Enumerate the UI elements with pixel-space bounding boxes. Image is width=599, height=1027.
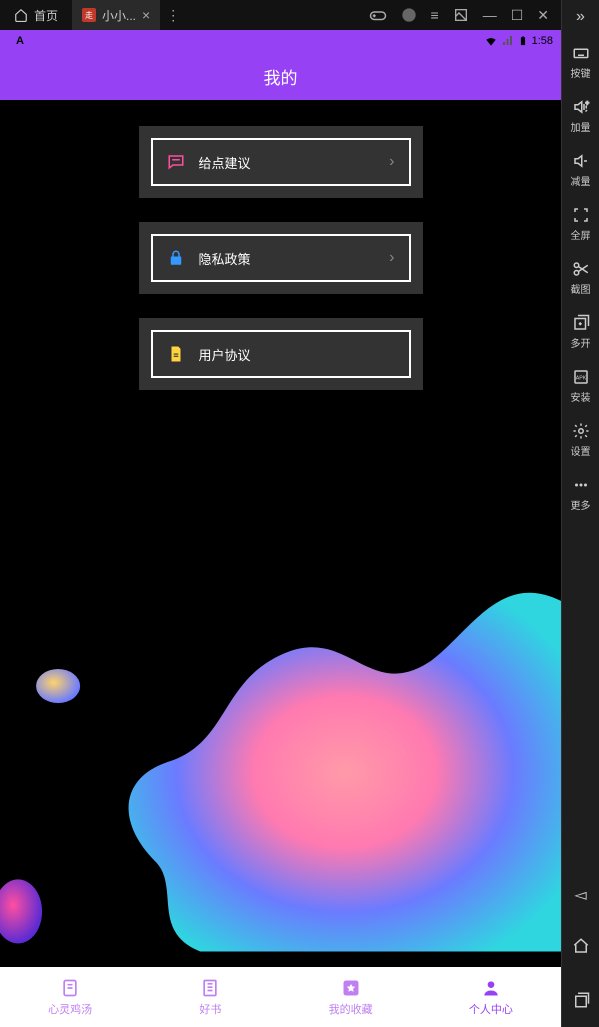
- person-icon: [481, 978, 501, 998]
- scroll-icon: [60, 978, 80, 998]
- android-home-icon[interactable]: [572, 937, 590, 955]
- gamepad-icon[interactable]: [369, 6, 387, 24]
- svg-text:APK: APK: [575, 375, 586, 381]
- tab-app-label: 小小...: [102, 7, 136, 24]
- tab-home-label: 首页: [34, 7, 58, 24]
- multi-instance-icon: [572, 314, 590, 332]
- content-area: 给点建议 › 隐私政策 › 用户协议: [0, 100, 561, 967]
- volume-up-icon: +: [572, 98, 590, 116]
- apk-icon: APK: [572, 368, 590, 386]
- battery-icon: [518, 34, 528, 48]
- svg-text:+: +: [585, 101, 589, 107]
- side-volumeup[interactable]: + 加量: [571, 98, 591, 134]
- star-icon: [341, 978, 361, 998]
- status-badge: A: [8, 35, 24, 47]
- nav-label: 个人中心: [469, 1001, 513, 1017]
- side-label: 更多: [571, 497, 591, 512]
- menu-label: 给点建议: [199, 153, 390, 172]
- menu-item-feedback[interactable]: 给点建议 ›: [151, 138, 411, 186]
- maximize-icon[interactable]: ☐: [511, 7, 524, 24]
- home-icon: [14, 8, 28, 22]
- side-label: 截图: [571, 281, 591, 296]
- side-more[interactable]: 更多: [571, 476, 591, 512]
- side-label: 减量: [571, 173, 591, 188]
- page-title: 我的: [264, 64, 298, 89]
- side-settings[interactable]: 设置: [571, 422, 591, 458]
- tab-home[interactable]: 首页: [0, 0, 72, 30]
- menu-icon[interactable]: ≡: [431, 7, 439, 23]
- gear-icon: [572, 422, 590, 440]
- menu-card-feedback: 给点建议 ›: [139, 126, 423, 198]
- book-icon: [200, 978, 220, 998]
- side-label: 全屏: [571, 227, 591, 242]
- side-label: 按键: [571, 65, 591, 80]
- document-icon: [167, 345, 185, 363]
- menu-card-agreement: 用户协议: [139, 318, 423, 390]
- nav-favorites[interactable]: 我的收藏: [281, 967, 421, 1027]
- nav-label: 我的收藏: [329, 1001, 373, 1017]
- side-label: 设置: [571, 443, 591, 458]
- user-icon[interactable]: [401, 7, 417, 23]
- side-label: 多开: [571, 335, 591, 350]
- emulator-sidebar: » 按键 + 加量 减量 全屏 截图 多开 APK 安装: [561, 0, 599, 1027]
- message-icon: [167, 153, 185, 171]
- side-install[interactable]: APK 安装: [571, 368, 591, 404]
- nav-profile[interactable]: 个人中心: [421, 967, 561, 1027]
- close-icon[interactable]: ✕: [537, 7, 549, 24]
- nav-books[interactable]: 好书: [140, 967, 280, 1027]
- fullscreen-icon: [572, 206, 590, 224]
- app-header: 我的: [0, 52, 561, 100]
- app-badge-icon: 走: [82, 8, 96, 22]
- menu-item-privacy[interactable]: 隐私政策 ›: [151, 234, 411, 282]
- tab-app[interactable]: 走 小小... ×: [72, 0, 160, 30]
- menu-card-privacy: 隐私政策 ›: [139, 222, 423, 294]
- side-label: 安装: [571, 389, 591, 404]
- lock-icon: [167, 249, 185, 267]
- more-icon: [572, 476, 590, 494]
- scissors-icon: [572, 260, 590, 278]
- chevron-right-icon: ›: [389, 249, 394, 267]
- side-fullscreen[interactable]: 全屏: [571, 206, 591, 242]
- keyboard-icon: [572, 44, 590, 62]
- close-tab-icon[interactable]: ×: [142, 7, 150, 23]
- bottom-nav: 心灵鸡汤 好书 我的收藏 个人中心: [0, 967, 561, 1027]
- nav-soup[interactable]: 心灵鸡汤: [0, 967, 140, 1027]
- collapse-icon[interactable]: »: [576, 8, 585, 26]
- signal-icon: [502, 35, 514, 47]
- tab-menu-icon[interactable]: ⋮: [166, 7, 180, 24]
- volume-down-icon: [572, 152, 590, 170]
- status-time: 1:58: [532, 35, 553, 47]
- nav-label: 心灵鸡汤: [48, 1001, 92, 1017]
- screenshot-icon[interactable]: [453, 7, 469, 23]
- menu-label: 用户协议: [199, 345, 395, 364]
- android-status-bar: A 1:58: [0, 30, 561, 52]
- side-multi[interactable]: 多开: [571, 314, 591, 350]
- side-screenshot[interactable]: 截图: [571, 260, 591, 296]
- menu-label: 隐私政策: [199, 249, 390, 268]
- chevron-right-icon: ›: [389, 153, 394, 171]
- side-keymap[interactable]: 按键: [571, 44, 591, 80]
- side-volumedown[interactable]: 减量: [571, 152, 591, 188]
- side-label: 加量: [571, 119, 591, 134]
- wifi-icon: [484, 34, 498, 48]
- nav-label: 好书: [199, 1001, 221, 1017]
- menu-item-agreement[interactable]: 用户协议: [151, 330, 411, 378]
- android-back-icon[interactable]: ◅: [574, 885, 586, 905]
- emulator-titlebar: 首页 走 小小... × ⋮ ≡ — ☐ ✕: [0, 0, 561, 30]
- minimize-icon[interactable]: —: [483, 7, 497, 23]
- android-recent-icon[interactable]: [572, 991, 590, 1009]
